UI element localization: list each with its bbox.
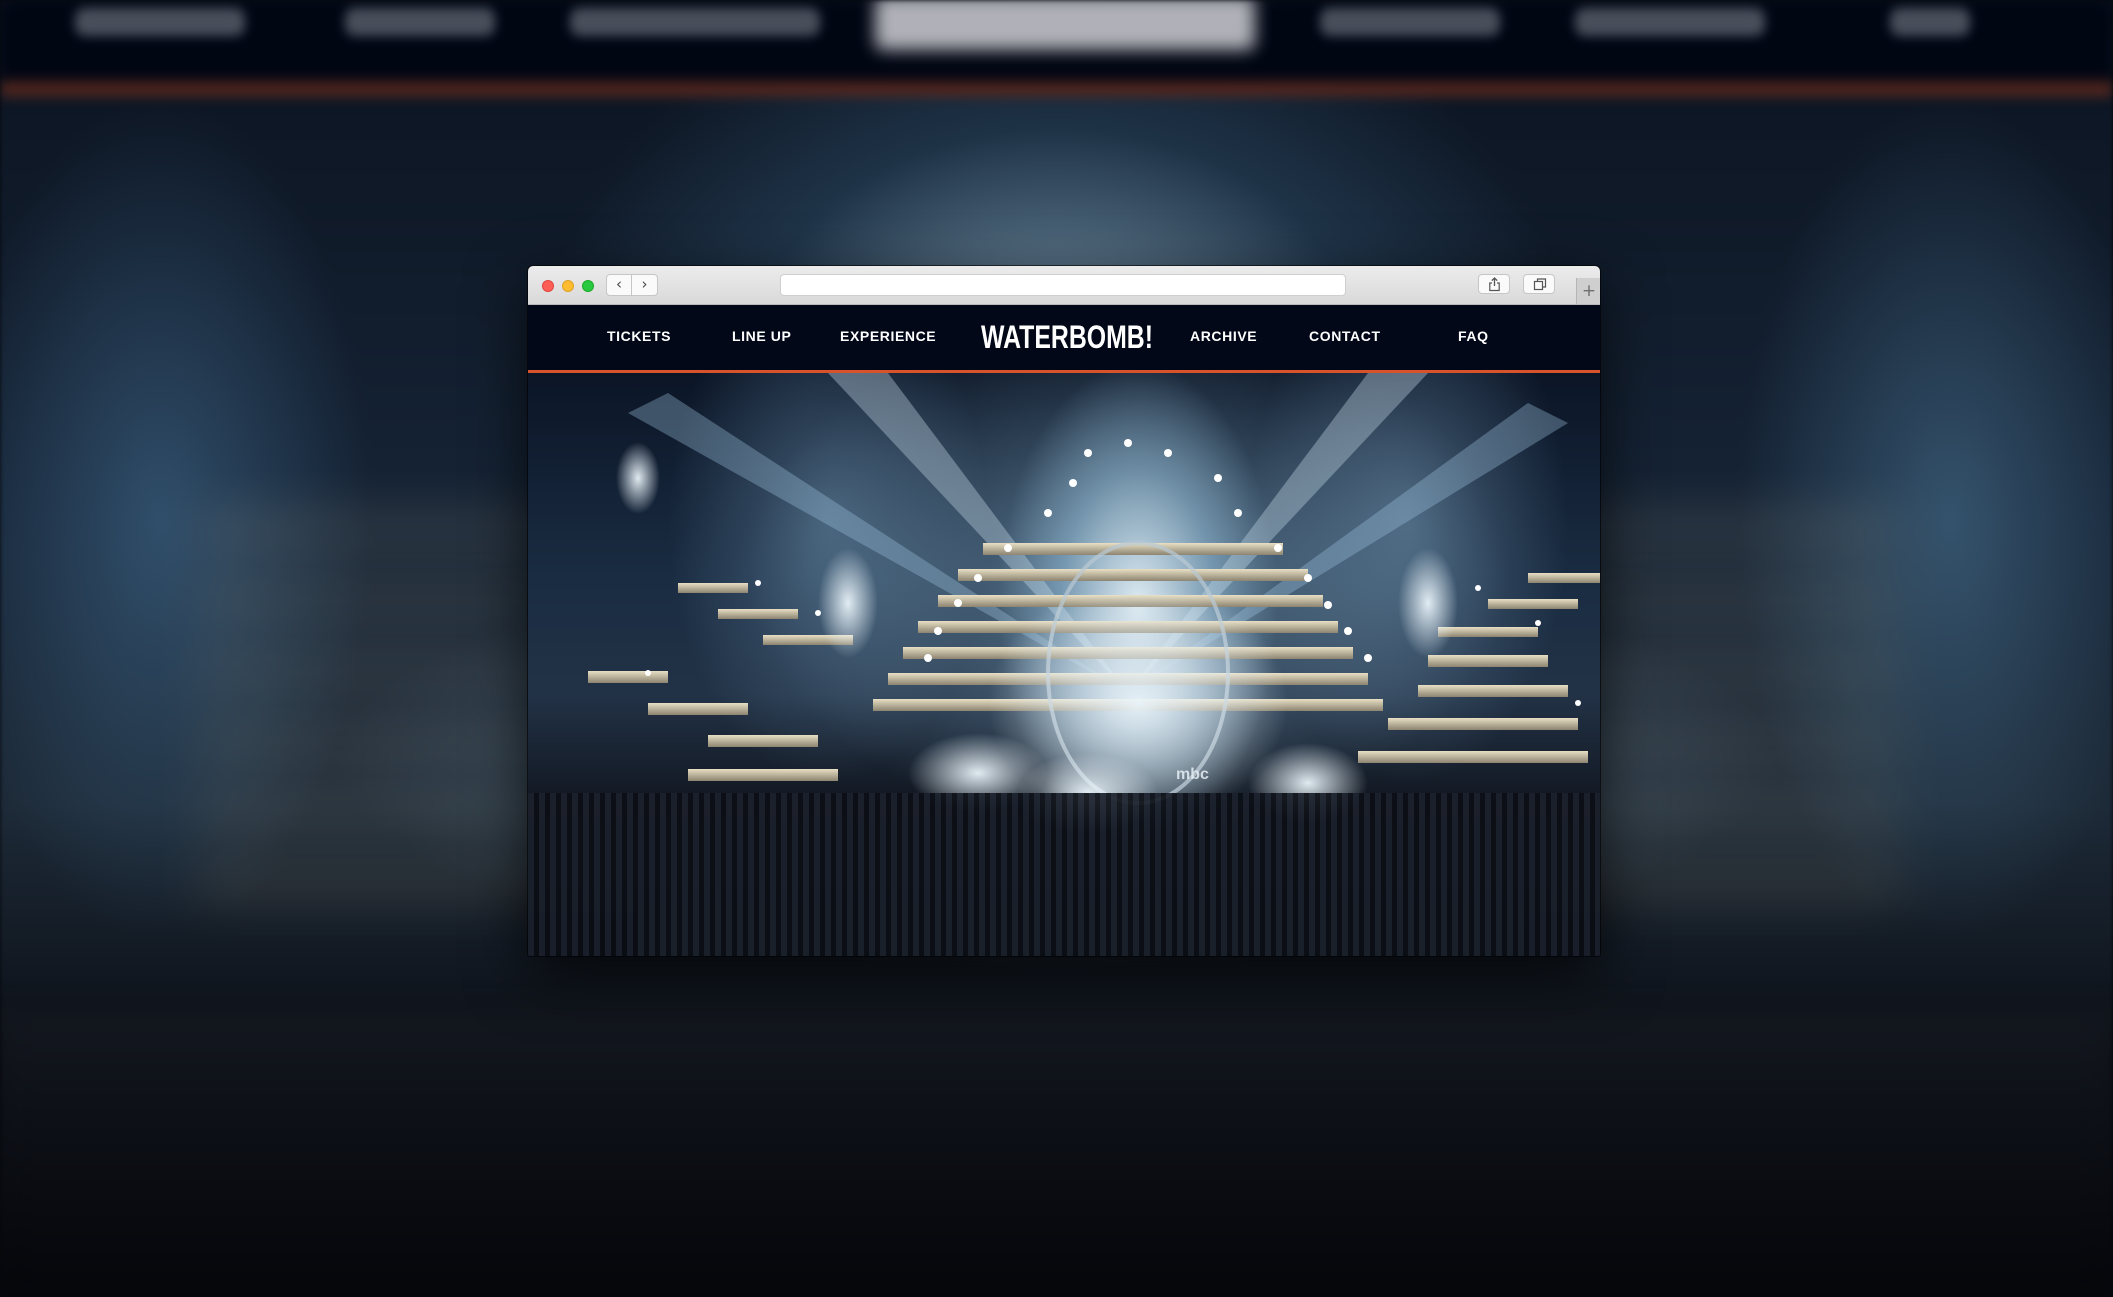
nav-link-contact[interactable]: CONTACT: [1309, 328, 1381, 344]
hero-stage-image: mbc: [528, 373, 1600, 956]
browser-toolbar: ‹ › +: [528, 266, 1600, 305]
blurred-nav-item: [75, 8, 245, 36]
plus-icon: +: [1581, 281, 1597, 301]
chevron-right-icon: ›: [641, 275, 648, 293]
blurred-nav-item: [1575, 8, 1765, 36]
blurred-logo: [875, 0, 1255, 50]
nav-link-faq[interactable]: FAQ: [1458, 328, 1489, 344]
browser-window: ‹ › + TICKETS LINE UP EXPERIENCE WATERBO…: [528, 266, 1600, 956]
nav-link-tickets[interactable]: TICKETS: [607, 328, 671, 344]
site-navigation: TICKETS LINE UP EXPERIENCE WATERBOMB! AR…: [528, 305, 1600, 373]
new-tab-button[interactable]: +: [1576, 278, 1600, 304]
share-icon: [1489, 277, 1500, 292]
close-window-button[interactable]: [542, 280, 554, 292]
address-bar[interactable]: [780, 274, 1346, 296]
stage-logo-mbc: mbc: [1176, 766, 1209, 783]
blurred-nav-item: [1320, 8, 1500, 36]
back-button[interactable]: ‹: [606, 274, 632, 296]
forward-button[interactable]: ›: [632, 274, 658, 296]
zoom-window-button[interactable]: [582, 280, 594, 292]
waterbomb-logo: WATERBOMB!: [981, 319, 1153, 354]
logo-wordmark: WATERBOMB!: [981, 319, 1153, 354]
blurred-nav-item: [1890, 8, 1970, 36]
nav-link-archive[interactable]: ARCHIVE: [1190, 328, 1257, 344]
nav-link-line-up[interactable]: LINE UP: [732, 328, 791, 344]
nav-link-experience[interactable]: EXPERIENCE: [840, 328, 936, 344]
blurred-nav-item: [570, 8, 820, 36]
share-button[interactable]: [1478, 274, 1510, 294]
tabs-overview-icon: [1533, 278, 1547, 291]
stage-tiers-right: [1358, 573, 1600, 763]
tab-overview-button[interactable]: [1523, 274, 1555, 294]
blurred-crowd: [0, 1010, 2113, 1297]
stage-tiers-left: [588, 583, 853, 781]
minimize-window-button[interactable]: [562, 280, 574, 292]
chevron-left-icon: ‹: [616, 275, 622, 293]
blurred-nav-item: [345, 8, 495, 36]
crowd-silhouette: [528, 793, 1600, 956]
